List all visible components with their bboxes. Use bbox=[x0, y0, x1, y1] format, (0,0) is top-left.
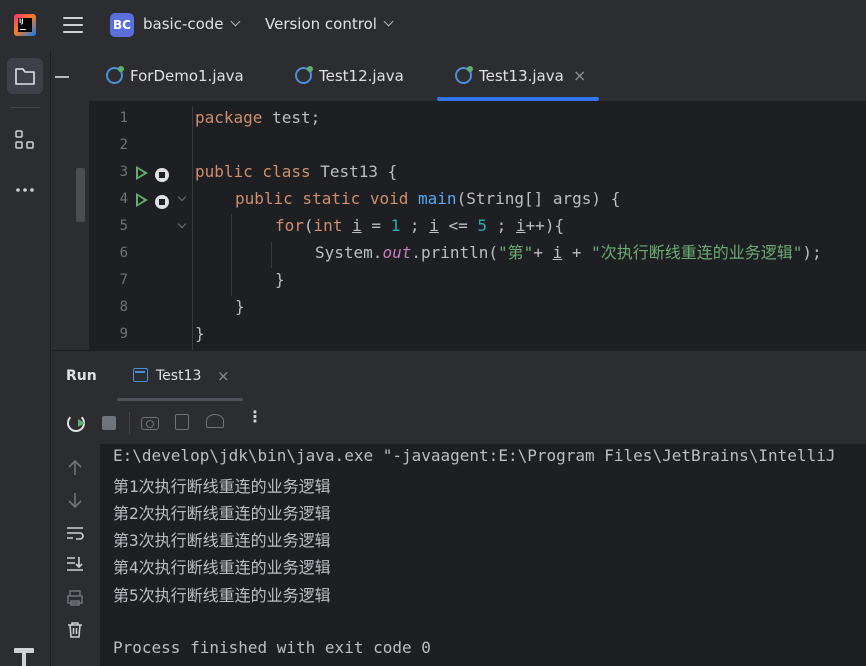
title-bar: IJ BC basic-code Version control bbox=[0, 0, 866, 50]
gutter-line: 6 bbox=[89, 239, 159, 266]
project-selector[interactable]: basic-code bbox=[143, 15, 240, 33]
vcs-label: Version control bbox=[265, 15, 377, 33]
code-line: public static void main(String[] args) { bbox=[235, 189, 621, 208]
chevron-down-icon bbox=[230, 16, 240, 27]
line-number: 3 bbox=[119, 164, 128, 180]
tab-label: Test12.java bbox=[319, 67, 404, 85]
line-number: 1 bbox=[119, 110, 128, 126]
line-number: 9 bbox=[119, 326, 128, 342]
console-line: 第2次执行断线重连的业务逻辑 bbox=[113, 504, 331, 523]
more-tools-button[interactable] bbox=[7, 172, 43, 208]
more-options-icon[interactable]: ⋮ bbox=[247, 409, 263, 425]
code-line: public class Test13 { bbox=[195, 162, 398, 181]
java-class-icon bbox=[455, 66, 473, 84]
gutter-line: 3 bbox=[89, 158, 169, 185]
code-line: } bbox=[275, 270, 285, 289]
project-panel-edge bbox=[51, 50, 89, 350]
rerun-play-icon bbox=[78, 419, 85, 427]
soft-wrap-icon[interactable] bbox=[65, 523, 85, 543]
up-arrow-icon[interactable] bbox=[65, 458, 85, 478]
code-line: System.out.println("第"+ i + "次执行断线重连的业务逻… bbox=[315, 243, 822, 262]
project-tool-button[interactable] bbox=[7, 58, 43, 94]
code-line: } bbox=[235, 297, 245, 316]
chevron-down-icon bbox=[383, 16, 394, 27]
fold-chevron-icon[interactable] bbox=[177, 192, 187, 202]
tab-fordemo1[interactable]: ForDemo1.java bbox=[89, 50, 279, 102]
java-class-icon bbox=[106, 66, 124, 84]
screenshot-icon[interactable] bbox=[141, 417, 159, 430]
run-tab-test13[interactable]: Test13 bbox=[156, 368, 201, 384]
more-icon bbox=[16, 188, 34, 192]
gutter-line: 9 bbox=[89, 320, 159, 347]
code-line: package test; bbox=[195, 108, 321, 127]
strip-divider bbox=[10, 107, 40, 108]
run-toolbar: ⋮ bbox=[51, 401, 866, 444]
main-menu-icon[interactable] bbox=[63, 14, 85, 36]
project-scrollbar[interactable] bbox=[76, 168, 85, 222]
console-line: Process finished with exit code 0 bbox=[113, 638, 431, 657]
debug-gutter-icon[interactable] bbox=[155, 168, 169, 182]
code-area[interactable]: package test; public class Test13 { publ… bbox=[195, 102, 866, 350]
tab-test12[interactable]: Test12.java bbox=[279, 50, 439, 102]
active-tab-indicator bbox=[437, 97, 599, 101]
scroll-to-end-icon[interactable] bbox=[65, 554, 85, 574]
collapse-icon[interactable] bbox=[55, 76, 69, 78]
down-arrow-icon[interactable] bbox=[65, 490, 85, 510]
project-name: basic-code bbox=[143, 15, 224, 33]
console-line: E:\develop\jdk\bin\java.exe "-javaagent:… bbox=[113, 446, 836, 465]
indent-guide bbox=[192, 107, 193, 350]
code-line: } bbox=[195, 324, 205, 343]
vcs-selector[interactable]: Version control bbox=[265, 15, 394, 33]
run-tool-window-header: Run Test13 × bbox=[51, 350, 866, 402]
editor-tab-bar: ForDemo1.java Test12.java Test13.java × bbox=[89, 50, 866, 102]
left-tool-strip bbox=[0, 50, 51, 666]
code-line: for(int i = 1 ; i <= 5 ; i++){ bbox=[275, 216, 565, 235]
gutter-line: 1 bbox=[89, 104, 159, 131]
run-panel-title: Run bbox=[66, 368, 97, 384]
console-line: 第4次执行断线重连的业务逻辑 bbox=[113, 558, 331, 577]
structure-icon bbox=[15, 130, 34, 149]
stop-icon[interactable] bbox=[102, 416, 116, 430]
line-number: 2 bbox=[119, 137, 128, 153]
gutter-line: 4 bbox=[89, 185, 189, 212]
gutter-line: 8 bbox=[89, 293, 159, 320]
console-line: 第1次执行断线重连的业务逻辑 bbox=[113, 477, 331, 496]
profiler-icon[interactable] bbox=[206, 414, 224, 428]
fold-chevron-icon[interactable] bbox=[177, 219, 187, 229]
folder-icon bbox=[15, 68, 35, 85]
close-run-tab-icon[interactable]: × bbox=[217, 367, 230, 385]
java-class-icon bbox=[295, 66, 313, 84]
run-config-icon bbox=[133, 368, 148, 382]
console-line: 第5次执行断线重连的业务逻辑 bbox=[113, 586, 331, 605]
tab-label: ForDemo1.java bbox=[130, 67, 244, 85]
intellij-logo-icon[interactable]: IJ bbox=[14, 14, 36, 36]
code-editor[interactable]: 1 2 3 4 5 6 7 8 9 package test; public c… bbox=[89, 102, 866, 350]
gutter-line: 2 bbox=[89, 131, 159, 158]
tab-test13[interactable]: Test13.java × bbox=[439, 50, 604, 102]
console-output[interactable]: E:\develop\jdk\bin\java.exe "-javaagent:… bbox=[100, 444, 866, 666]
console-line: 第3次执行断线重连的业务逻辑 bbox=[113, 531, 331, 550]
toolbar-divider bbox=[129, 412, 130, 434]
line-number: 5 bbox=[119, 218, 128, 234]
line-number: 4 bbox=[119, 191, 128, 207]
gutter-line: 5 bbox=[89, 212, 189, 239]
tab-label: Test13.java bbox=[479, 67, 564, 85]
debug-gutter-icon[interactable] bbox=[155, 195, 169, 209]
project-badge[interactable]: BC bbox=[110, 13, 134, 37]
line-number: 8 bbox=[119, 299, 128, 315]
line-number: 6 bbox=[119, 245, 128, 261]
line-number: 7 bbox=[119, 272, 128, 288]
build-icon[interactable] bbox=[14, 646, 36, 666]
run-side-toolbar bbox=[51, 444, 100, 666]
trash-icon[interactable] bbox=[65, 620, 85, 640]
structure-tool-button[interactable] bbox=[7, 122, 43, 158]
print-icon[interactable] bbox=[65, 588, 85, 608]
exit-icon[interactable] bbox=[175, 414, 189, 430]
close-tab-icon[interactable]: × bbox=[573, 66, 586, 85]
gutter-line: 7 bbox=[89, 266, 159, 293]
